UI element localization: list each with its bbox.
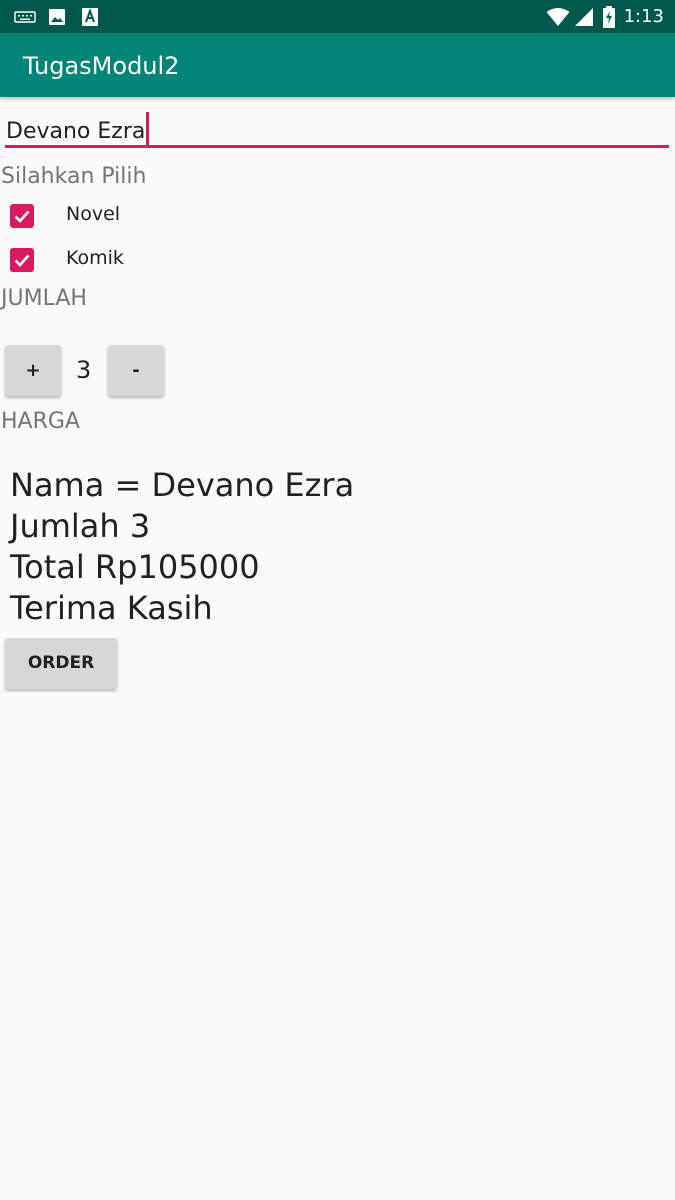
quantity-label: JUMLAH xyxy=(1,286,87,311)
status-bar: 1:13 xyxy=(0,0,675,33)
status-time: 1:13 xyxy=(623,6,664,27)
name-input[interactable]: Devano Ezra xyxy=(5,108,669,148)
summary-total: Total Rp105000 xyxy=(10,548,260,586)
quantity-value: 3 xyxy=(76,356,92,384)
checkbox-komik[interactable]: Komik xyxy=(0,240,300,280)
order-button[interactable]: ORDER xyxy=(5,638,117,689)
summary-quantity: Jumlah 3 xyxy=(10,507,151,545)
name-input-text: Devano Ezra xyxy=(6,119,146,144)
price-label: HARGA xyxy=(1,409,80,434)
battery-icon xyxy=(602,0,616,33)
checkbox-checked-icon[interactable] xyxy=(10,204,34,228)
wifi-icon xyxy=(546,0,570,33)
checkbox-label-novel: Novel xyxy=(66,203,121,225)
order-summary: Nama = Devano Ezra Jumlah 3 Total Rp1050… xyxy=(10,465,354,629)
increment-button[interactable]: + xyxy=(5,345,61,396)
name-input-value: Devano Ezra xyxy=(6,112,150,146)
summary-name: Nama = Devano Ezra xyxy=(10,466,355,504)
checkbox-checked-icon[interactable] xyxy=(10,248,34,272)
image-icon xyxy=(48,0,66,33)
keyboard-icon xyxy=(14,0,36,33)
text-cursor xyxy=(146,112,150,146)
checkbox-novel[interactable]: Novel xyxy=(0,196,300,236)
decrement-button[interactable]: - xyxy=(108,345,164,396)
text-a-icon xyxy=(82,0,98,33)
app-title: TugasModul2 xyxy=(23,52,180,80)
choice-label: Silahkan Pilih xyxy=(1,164,147,189)
signal-icon xyxy=(574,0,594,33)
checkbox-label-komik: Komik xyxy=(66,247,124,269)
summary-thanks: Terima Kasih xyxy=(10,589,213,627)
app-bar: TugasModul2 xyxy=(0,33,675,97)
